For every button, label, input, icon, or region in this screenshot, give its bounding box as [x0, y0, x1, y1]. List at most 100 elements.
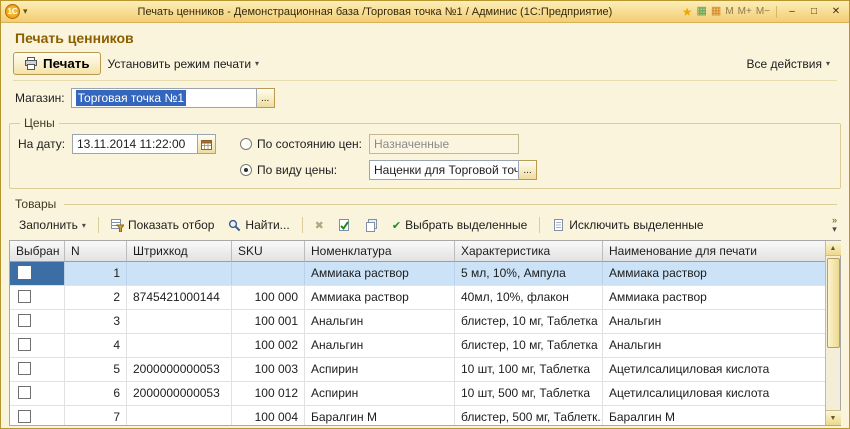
row-select-cell[interactable]	[10, 286, 65, 309]
row-select-cell[interactable]	[10, 310, 65, 333]
by-kind-choose-button[interactable]: ...	[519, 160, 537, 180]
by-kind-option[interactable]: По виду цены: Наценки для Торговой точки…	[240, 160, 832, 180]
cell-characteristic[interactable]: 5 мл, 10%, Ампула	[455, 262, 603, 285]
row-checkbox[interactable]	[18, 362, 31, 375]
cell-n[interactable]: 3	[65, 310, 127, 333]
cell-sku[interactable]: 100 012	[232, 382, 305, 405]
cell-sku[interactable]: 100 002	[232, 334, 305, 357]
cell-barcode[interactable]	[127, 334, 232, 357]
cell-sku[interactable]: 100 001	[232, 310, 305, 333]
memory-mplus-button[interactable]: M+	[738, 6, 752, 17]
cell-barcode[interactable]: 2000000000053	[127, 382, 232, 405]
check-all-button[interactable]	[332, 216, 357, 235]
print-button[interactable]: Печать	[13, 52, 101, 75]
favorites-star-icon[interactable]: ★	[682, 5, 693, 19]
cell-sku[interactable]: 100 000	[232, 286, 305, 309]
cell-n[interactable]: 5	[65, 358, 127, 381]
close-button[interactable]: ✕	[827, 5, 845, 19]
cell-barcode[interactable]	[127, 310, 232, 333]
store-input[interactable]: Торговая точка №1	[71, 88, 257, 108]
table-row[interactable]: 2 8745421000144 100 000 Аммиака раствор …	[10, 286, 825, 310]
row-select-cell[interactable]	[10, 382, 65, 405]
uncheck-all-button[interactable]	[359, 216, 384, 235]
cell-nomenclature[interactable]: Аммиака раствор	[305, 262, 455, 285]
row-select-cell[interactable]	[10, 334, 65, 357]
exclude-selected-button[interactable]: Исключить выделенные	[546, 215, 709, 235]
table-row[interactable]: 5 2000000000053 100 003 Аспирин 10 шт, 1…	[10, 358, 825, 382]
column-header-characteristic[interactable]: Характеристика	[455, 241, 603, 262]
all-actions-button[interactable]: Все действия ▾	[740, 53, 837, 75]
row-select-cell[interactable]	[10, 358, 65, 381]
scroll-down-button[interactable]: ▼	[826, 410, 841, 425]
toolbar-overflow-button[interactable]: » ▾	[832, 216, 837, 234]
table-row[interactable]: 4 100 002 Анальгин блистер, 10 мг, Табле…	[10, 334, 825, 358]
cell-barcode[interactable]: 8745421000144	[127, 286, 232, 309]
column-header-n[interactable]: N	[65, 241, 127, 262]
maximize-button[interactable]: □	[805, 5, 823, 19]
cell-print-name[interactable]: Баралгин М	[603, 406, 825, 425]
column-header-print-name[interactable]: Наименование для печати	[603, 241, 825, 262]
find-button[interactable]: Найти...	[222, 215, 295, 235]
vertical-scrollbar[interactable]: ▲ ▼	[825, 241, 840, 425]
memory-m-button[interactable]: M	[725, 6, 733, 17]
date-input[interactable]: 13.11.2014 11:22:00	[72, 134, 198, 154]
row-checkbox[interactable]	[18, 338, 31, 351]
calendar-button[interactable]	[198, 134, 216, 154]
cell-print-name[interactable]: Аммиака раствор	[603, 286, 825, 309]
by-kind-input[interactable]: Наценки для Торговой точки N	[369, 160, 519, 180]
cell-characteristic[interactable]: блистер, 10 мг, Таблетка ...	[455, 334, 603, 357]
by-state-radio[interactable]	[240, 138, 252, 150]
cell-print-name[interactable]: Ацетилсалициловая кислота	[603, 358, 825, 381]
set-print-mode-button[interactable]: Установить режим печати ▾	[101, 53, 267, 75]
cell-characteristic[interactable]: 10 шт, 100 мг, Таблетка	[455, 358, 603, 381]
row-checkbox[interactable]	[18, 410, 31, 423]
row-checkbox[interactable]	[18, 266, 31, 279]
cell-n[interactable]: 6	[65, 382, 127, 405]
cell-sku[interactable]	[232, 262, 305, 285]
show-filter-button[interactable]: Показать отбор	[105, 215, 220, 235]
app-logo-icon[interactable]: 1С	[5, 4, 20, 19]
cell-nomenclature[interactable]: Аммиака раствор	[305, 286, 455, 309]
column-header-sku[interactable]: SKU	[232, 241, 305, 262]
fill-button[interactable]: Заполнить ▾	[13, 215, 92, 235]
cell-print-name[interactable]: Анальгин	[603, 334, 825, 357]
cell-barcode[interactable]	[127, 262, 232, 285]
column-header-nomenclature[interactable]: Номенклатура	[305, 241, 455, 262]
store-choose-button[interactable]: ...	[257, 88, 275, 108]
calculator-icon[interactable]: ▦	[711, 6, 721, 17]
cell-sku[interactable]: 100 003	[232, 358, 305, 381]
cell-n[interactable]: 4	[65, 334, 127, 357]
minimize-button[interactable]: –	[783, 5, 801, 19]
cell-n[interactable]: 2	[65, 286, 127, 309]
memory-mminus-button[interactable]: M−	[756, 6, 770, 17]
cell-nomenclature[interactable]: Анальгин	[305, 334, 455, 357]
cell-characteristic[interactable]: 10 шт, 500 мг, Таблетка	[455, 382, 603, 405]
row-select-cell[interactable]	[10, 262, 65, 285]
row-select-cell[interactable]	[10, 406, 65, 425]
cell-nomenclature[interactable]: Баралгин М	[305, 406, 455, 425]
table-row[interactable]: 3 100 001 Анальгин блистер, 10 мг, Табле…	[10, 310, 825, 334]
column-header-selected[interactable]: Выбран	[10, 241, 65, 262]
scroll-up-button[interactable]: ▲	[826, 241, 841, 256]
row-checkbox[interactable]	[18, 290, 31, 303]
cell-n[interactable]: 7	[65, 406, 127, 425]
service-grid-icon[interactable]: ▦	[697, 6, 707, 17]
table-row[interactable]: 6 2000000000053 100 012 Аспирин 10 шт, 5…	[10, 382, 825, 406]
select-selected-button[interactable]: ✔ Выбрать выделенные	[386, 215, 533, 235]
by-state-option[interactable]: По состоянию цен: Назначенные	[240, 134, 832, 154]
cell-barcode[interactable]: 2000000000053	[127, 358, 232, 381]
table-row[interactable]: 7 100 004 Баралгин М блистер, 500 мг, Та…	[10, 406, 825, 425]
cell-nomenclature[interactable]: Аспирин	[305, 382, 455, 405]
row-checkbox[interactable]	[18, 314, 31, 327]
by-kind-radio[interactable]	[240, 164, 252, 176]
cell-characteristic[interactable]: 40мл, 10%, флакон	[455, 286, 603, 309]
cell-nomenclature[interactable]: Анальгин	[305, 310, 455, 333]
cell-sku[interactable]: 100 004	[232, 406, 305, 425]
cell-characteristic[interactable]: блистер, 500 мг, Таблетк...	[455, 406, 603, 425]
cell-print-name[interactable]: Ацетилсалициловая кислота	[603, 382, 825, 405]
cell-n[interactable]: 1	[65, 262, 127, 285]
scrollbar-thumb[interactable]	[827, 258, 840, 348]
row-checkbox[interactable]	[18, 386, 31, 399]
system-menu-caret-icon[interactable]: ▾	[23, 6, 28, 17]
cell-characteristic[interactable]: блистер, 10 мг, Таблетка ...	[455, 310, 603, 333]
